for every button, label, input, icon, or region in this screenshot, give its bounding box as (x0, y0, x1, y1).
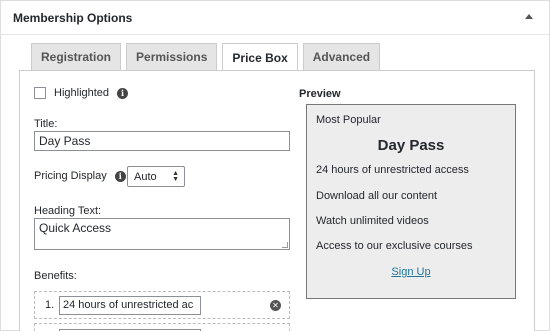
preview-badge: Most Popular (316, 114, 381, 126)
pricing-display-select[interactable]: Auto ▲ ▼ (127, 166, 185, 187)
heading-text-input[interactable]: Quick Access (34, 218, 290, 250)
heading-text-value: Quick Access (39, 221, 112, 235)
tab-registration[interactable]: Registration (31, 43, 122, 70)
pricing-display-label: Pricing Display (34, 170, 107, 182)
heading-text-label: Heading Text: (34, 205, 102, 217)
title-label: Title: (34, 118, 58, 130)
preview-benefit: Download all our content (316, 190, 438, 202)
remove-icon[interactable]: ✕ (270, 300, 281, 311)
select-arrows-icon: ▲ ▼ (172, 170, 179, 183)
preview-benefit: 24 hours of unrestricted access (316, 164, 469, 176)
preview-benefit: Access to our exclusive courses (316, 240, 473, 252)
preview-title: Day Pass (377, 137, 445, 154)
highlighted-label: Highlighted (54, 87, 110, 99)
benefit-item[interactable] (34, 323, 290, 331)
info-icon[interactable]: i (114, 170, 126, 182)
info-icon[interactable]: i (117, 87, 129, 99)
benefit-input[interactable]: 24 hours of unrestricted ac (59, 296, 201, 315)
price-box-tab-content: Highlighted i Title: Day Pass Pricing Di… (19, 70, 535, 331)
benefits-label: Benefits: (34, 270, 77, 282)
benefit-item[interactable]: 1. 24 hours of unrestricted ac ✕ (34, 291, 290, 319)
collapse-icon[interactable] (525, 14, 533, 19)
pricing-display-value: Auto (134, 170, 157, 183)
pricing-display-row: Pricing Display i (34, 170, 126, 182)
highlighted-checkbox[interactable] (34, 87, 46, 99)
resize-grip-icon[interactable] (282, 242, 288, 248)
title-input[interactable]: Day Pass (34, 131, 290, 151)
preview-label: Preview (299, 88, 341, 100)
benefit-number: 1. (45, 299, 55, 311)
membership-options-panel: Membership Options Registration Permissi… (0, 0, 550, 331)
sign-up-link[interactable]: Sign Up (307, 266, 515, 278)
panel-title: Membership Options (13, 10, 133, 25)
tab-bar: Registration Permissions Price Box Advan… (31, 43, 381, 71)
preview-benefit: Watch unlimited videos (316, 215, 429, 227)
tab-price-box[interactable]: Price Box (222, 43, 298, 71)
price-box-preview: Most Popular Day Pass 24 hours of unrest… (306, 104, 516, 299)
tab-permissions[interactable]: Permissions (126, 43, 218, 70)
tab-advanced[interactable]: Advanced (302, 43, 381, 70)
highlighted-row: Highlighted i (34, 87, 129, 99)
panel-header: Membership Options (1, 1, 549, 35)
